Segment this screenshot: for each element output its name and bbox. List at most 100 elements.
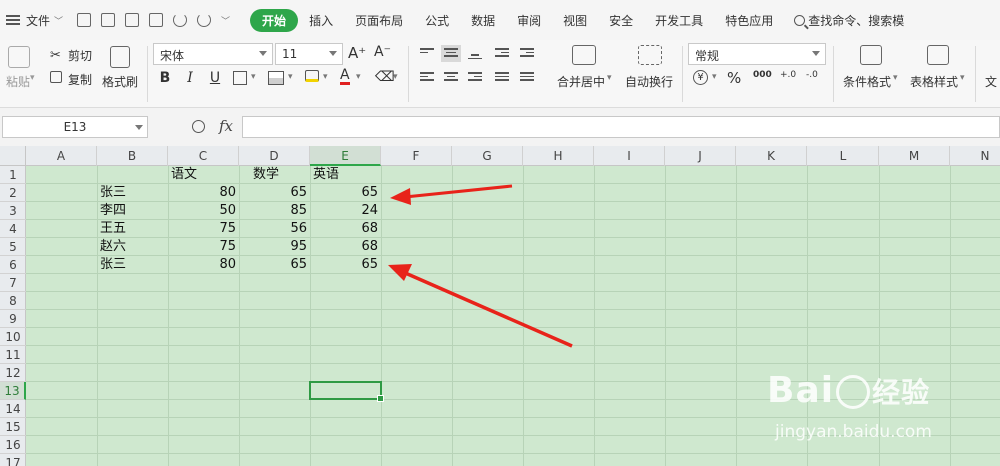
- bold-button[interactable]: B: [155, 70, 175, 86]
- chevron-down-icon: ﹀: [54, 16, 64, 27]
- insert-function-button[interactable]: fx: [219, 117, 233, 135]
- ribbon: 粘贴 ▾ ✂ 剪切 复制 格式刷 宋体 11 A⁺ A⁻ B I U ▾ ▾ ▾…: [0, 40, 1000, 108]
- search-icon: [794, 14, 806, 26]
- tab-formulas[interactable]: 公式: [414, 8, 460, 33]
- justify-icon[interactable]: [495, 72, 509, 83]
- borders-icon[interactable]: [233, 71, 247, 85]
- cut-button[interactable]: 剪切: [68, 47, 92, 64]
- chevron-down-icon[interactable]: ﹀: [221, 14, 230, 27]
- formula-bar: E13 fx: [0, 108, 1000, 146]
- command-search[interactable]: 查找命令、搜索模: [794, 12, 904, 29]
- paw-icon: [836, 375, 871, 409]
- align-bottom-icon[interactable]: [468, 50, 482, 61]
- watermark-brand: Bai 经验: [767, 370, 930, 411]
- print-icon[interactable]: [125, 13, 140, 27]
- chevron-down-icon[interactable]: ▾: [712, 72, 717, 82]
- italic-button[interactable]: I: [180, 70, 200, 86]
- quick-access-toolbar: ﹀: [77, 13, 230, 27]
- font-size-select[interactable]: 11: [275, 43, 343, 65]
- decrease-indent-icon[interactable]: [495, 48, 509, 59]
- name-box[interactable]: E13: [2, 116, 148, 138]
- thousands-button[interactable]: 000: [753, 70, 772, 80]
- paste-button[interactable]: 粘贴: [6, 73, 30, 90]
- currency-icon[interactable]: ¥: [693, 70, 708, 85]
- chevron-down-icon[interactable]: ▾: [288, 72, 293, 82]
- redo-icon[interactable]: [197, 13, 212, 27]
- decrease-decimal-button[interactable]: -.0: [806, 70, 818, 80]
- text-button[interactable]: 文: [985, 73, 997, 90]
- distributed-align-icon[interactable]: [520, 72, 534, 83]
- chevron-down-icon[interactable]: ▾: [393, 72, 398, 82]
- copy-icon: [50, 71, 62, 83]
- scissors-icon: ✂: [50, 48, 61, 63]
- number-format-select[interactable]: 常规: [688, 43, 826, 65]
- tab-view[interactable]: 视图: [552, 8, 598, 33]
- increase-font-icon[interactable]: A⁺: [348, 44, 366, 62]
- conditional-format-button[interactable]: 条件格式: [843, 73, 891, 90]
- divider: [682, 46, 683, 102]
- chevron-down-icon[interactable]: ▾: [323, 72, 328, 82]
- conditional-format-icon: [860, 45, 882, 65]
- decrease-font-icon[interactable]: A⁻: [374, 44, 391, 60]
- copy-button[interactable]: 复制: [68, 71, 92, 88]
- tab-start[interactable]: 开始: [250, 8, 299, 32]
- tab-developer[interactable]: 开发工具: [644, 8, 714, 33]
- align-right-icon[interactable]: [468, 72, 482, 83]
- font-size-value: 11: [282, 47, 298, 61]
- chevron-down-icon[interactable]: ▾: [30, 73, 35, 83]
- tab-page-layout[interactable]: 页面布局: [344, 8, 414, 33]
- divider: [975, 46, 976, 102]
- annotation-arrows: [388, 184, 573, 348]
- divider: [408, 46, 409, 102]
- underline-button[interactable]: U: [205, 70, 225, 86]
- wrap-text-button[interactable]: 自动换行: [625, 73, 673, 90]
- tab-insert[interactable]: 插入: [298, 8, 344, 33]
- merge-center-button[interactable]: 合并居中: [557, 73, 605, 90]
- chevron-down-icon: [259, 51, 267, 56]
- table-style-button[interactable]: 表格样式: [910, 73, 958, 90]
- export-icon[interactable]: [101, 13, 116, 27]
- tab-security[interactable]: 安全: [598, 8, 644, 33]
- zoom-formula-icon[interactable]: [192, 120, 205, 133]
- chevron-down-icon[interactable]: ▾: [960, 73, 965, 83]
- watermark-url: jingyan.baidu.com: [775, 422, 932, 442]
- file-menu[interactable]: 文件 ﹀: [0, 12, 71, 29]
- chevron-down-icon[interactable]: ▾: [893, 73, 898, 83]
- tab-data[interactable]: 数据: [460, 8, 506, 33]
- merge-center-icon: [572, 45, 596, 65]
- ribbon-tabs: 开始 插入 页面布局 公式 数据 审阅 视图 安全 开发工具 特色应用: [250, 8, 784, 33]
- formula-input[interactable]: [242, 116, 1000, 138]
- chevron-down-icon[interactable]: ▾: [607, 73, 612, 83]
- align-middle-icon[interactable]: [441, 45, 461, 62]
- font-name-select[interactable]: 宋体: [153, 43, 273, 65]
- spreadsheet-grid[interactable]: ABCDEFGHIJKLMN 1 2 3 4 5 6 7 8 9 10 11 12 13 14 15 16 17…: [0, 146, 1000, 466]
- align-center-icon[interactable]: [444, 72, 458, 83]
- font-color-icon[interactable]: A: [340, 68, 350, 85]
- hamburger-icon: [6, 15, 20, 25]
- cell-fill-pattern-icon[interactable]: [268, 71, 284, 85]
- undo-icon[interactable]: [173, 13, 188, 27]
- watermark-suffix: 经验: [872, 376, 931, 409]
- command-search-label: 查找命令、搜索模: [808, 13, 905, 28]
- increase-indent-icon[interactable]: [520, 48, 534, 59]
- divider: [147, 46, 148, 102]
- percent-button[interactable]: %: [727, 69, 741, 87]
- watermark-brand-text: Bai: [767, 370, 835, 411]
- menu-bar: 文件 ﹀ ﹀ 开始 插入 页面布局 公式 数据 审阅 视图 安全 开发工具 特色…: [0, 0, 1000, 40]
- file-menu-label: 文件: [26, 13, 51, 28]
- align-left-icon[interactable]: [420, 72, 434, 83]
- chevron-down-icon[interactable]: ▾: [251, 72, 256, 82]
- print-preview-icon[interactable]: [149, 13, 164, 27]
- wrap-text-icon: [638, 45, 662, 65]
- tab-special[interactable]: 特色应用: [714, 8, 784, 33]
- increase-decimal-button[interactable]: +.0: [780, 70, 796, 80]
- chevron-down-icon: [135, 125, 143, 130]
- fill-color-icon[interactable]: [305, 70, 319, 82]
- eraser-icon[interactable]: ⌫: [375, 69, 395, 85]
- save-icon[interactable]: [77, 13, 92, 27]
- paste-icon[interactable]: [8, 46, 30, 68]
- tab-review[interactable]: 审阅: [506, 8, 552, 33]
- align-top-icon[interactable]: [420, 48, 434, 59]
- chevron-down-icon[interactable]: ▾: [356, 72, 361, 82]
- format-painter-button[interactable]: 格式刷: [102, 73, 138, 90]
